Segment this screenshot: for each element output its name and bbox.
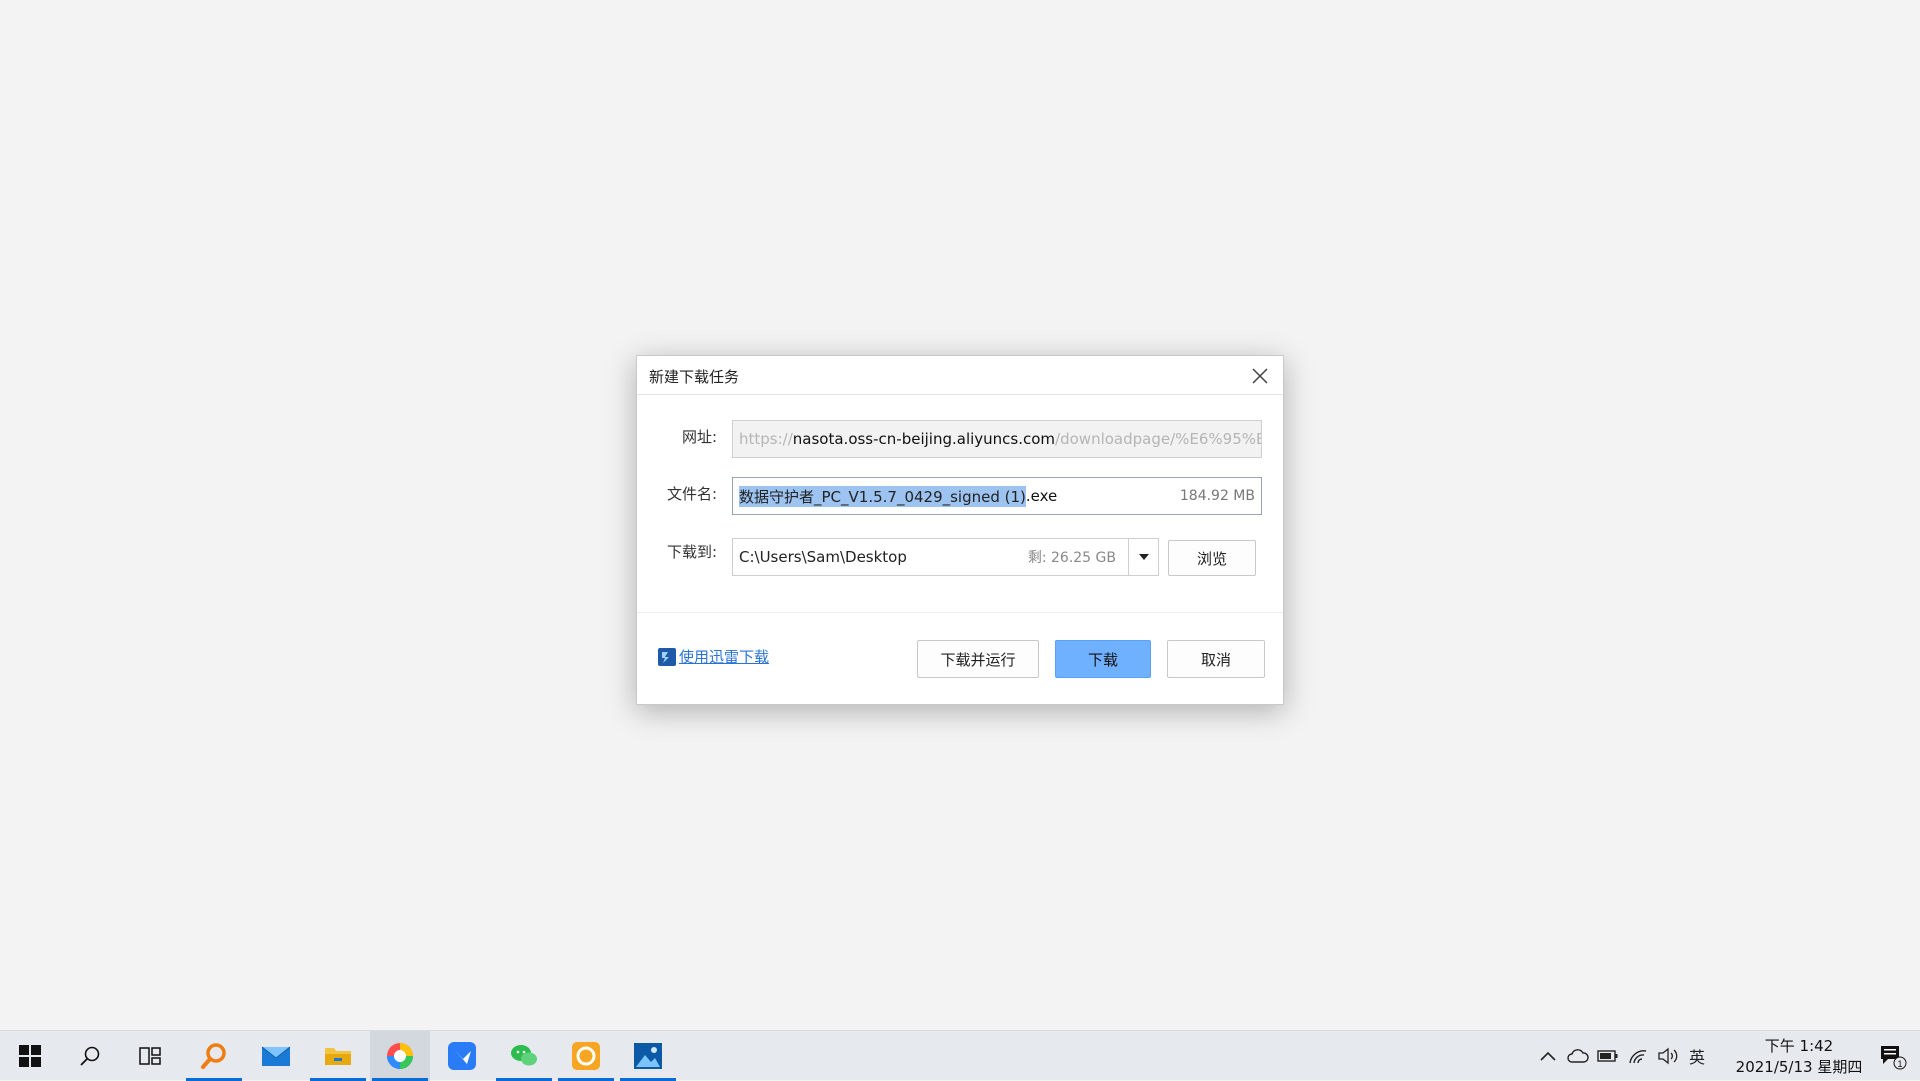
speaker-icon xyxy=(1658,1047,1678,1065)
search-icon xyxy=(80,1046,100,1066)
xunlei-link-text: 使用迅雷下载 xyxy=(679,648,770,666)
taskbar-feishu[interactable] xyxy=(432,1031,492,1081)
notification-icon: 1 xyxy=(1881,1046,1907,1070)
browse-button[interactable]: 浏览 xyxy=(1168,540,1256,576)
taskbar-search-app[interactable] xyxy=(184,1031,244,1081)
chevron-up-icon xyxy=(1540,1051,1556,1061)
feishu-icon xyxy=(448,1042,476,1070)
task-view-icon xyxy=(139,1047,161,1065)
taskbar-photos[interactable] xyxy=(618,1031,678,1081)
use-xunlei-link[interactable]: 使用迅雷下载 xyxy=(657,646,769,667)
taskbar-file-explorer[interactable] xyxy=(308,1031,368,1081)
saveto-field[interactable]: C:\Users\Sam\Desktop 剩: 26.25 GB xyxy=(732,538,1129,576)
wechat-icon xyxy=(511,1045,537,1066)
title-divider xyxy=(637,394,1283,395)
dialog-title: 新建下载任务 xyxy=(649,368,740,386)
new-download-dialog: 新建下载任务 网址: https:// nasota.oss-cn-beijin… xyxy=(636,355,1284,705)
taskbar-mail[interactable] xyxy=(246,1031,306,1081)
url-host: nasota.oss-cn-beijing.aliyuncs.com xyxy=(792,430,1056,448)
clock[interactable]: 下午 1:42 2021/5/13 星期四 xyxy=(1734,1036,1864,1078)
xunlei-icon xyxy=(658,647,676,666)
clock-time: 下午 1:42 xyxy=(1764,1037,1834,1055)
url-field[interactable]: https:// nasota.oss-cn-beijing.aliyuncs.… xyxy=(732,420,1262,458)
clock-date: 2021/5/13 星期四 xyxy=(1735,1058,1863,1076)
url-path: /downloadpage/%E6%95%B xyxy=(1055,430,1262,448)
battery-tray[interactable] xyxy=(1596,1044,1620,1068)
caret-down-icon xyxy=(1138,554,1149,560)
cloud-icon xyxy=(1567,1049,1589,1063)
free-space: 剩: 26.25 GB xyxy=(1027,550,1116,566)
download-and-run-button[interactable]: 下载并运行 xyxy=(917,640,1039,678)
filename-field[interactable]: 数据守护者_PC_V1.5.7_0429_signed (1) .exe 184… xyxy=(732,477,1262,515)
file-size: 184.92 MB xyxy=(1179,488,1255,504)
network-tray[interactable] xyxy=(1626,1044,1650,1068)
close-icon xyxy=(1252,368,1268,384)
taskbar-orange-app[interactable] xyxy=(556,1031,616,1081)
file-explorer-icon xyxy=(325,1048,351,1065)
task-view-button[interactable] xyxy=(120,1031,180,1081)
filename-extension: .exe xyxy=(1025,487,1058,505)
taskbar: 英 下午 1:42 2021/5/13 星期四 1 xyxy=(0,1030,1920,1081)
taskbar-wechat[interactable] xyxy=(494,1031,554,1081)
start-button[interactable] xyxy=(0,1031,60,1081)
volume-tray[interactable] xyxy=(1656,1044,1680,1068)
search-button[interactable] xyxy=(60,1031,120,1081)
mail-icon xyxy=(261,1046,291,1066)
saveto-path: C:\Users\Sam\Desktop xyxy=(739,548,907,566)
download-button[interactable]: 下载 xyxy=(1055,640,1151,678)
show-hidden-icons-button[interactable] xyxy=(1536,1044,1560,1068)
notification-count: 1 xyxy=(1897,1059,1902,1069)
wifi-icon xyxy=(1629,1050,1647,1064)
url-label: 网址: xyxy=(681,428,717,446)
browser-icon xyxy=(387,1043,413,1069)
close-button[interactable] xyxy=(1245,361,1275,391)
orange-app-icon xyxy=(572,1042,600,1070)
footer-divider xyxy=(637,612,1283,613)
cancel-button[interactable]: 取消 xyxy=(1167,640,1265,678)
action-center-button[interactable]: 1 xyxy=(1878,1042,1908,1072)
filename-label: 文件名: xyxy=(666,485,717,503)
photos-icon xyxy=(634,1043,662,1069)
url-scheme: https:// xyxy=(739,430,793,448)
onedrive-tray[interactable] xyxy=(1566,1044,1590,1068)
saveto-label: 下载到: xyxy=(666,543,717,561)
battery-icon xyxy=(1597,1050,1618,1062)
start-icon xyxy=(19,1045,41,1067)
ime-indicator[interactable]: 英 xyxy=(1685,1044,1709,1068)
search-app-icon xyxy=(201,1043,226,1069)
taskbar-browser[interactable] xyxy=(370,1031,430,1081)
filename-selected-text: 数据守护者_PC_V1.5.7_0429_signed (1) xyxy=(739,485,1026,507)
saveto-dropdown-button[interactable] xyxy=(1129,538,1159,576)
